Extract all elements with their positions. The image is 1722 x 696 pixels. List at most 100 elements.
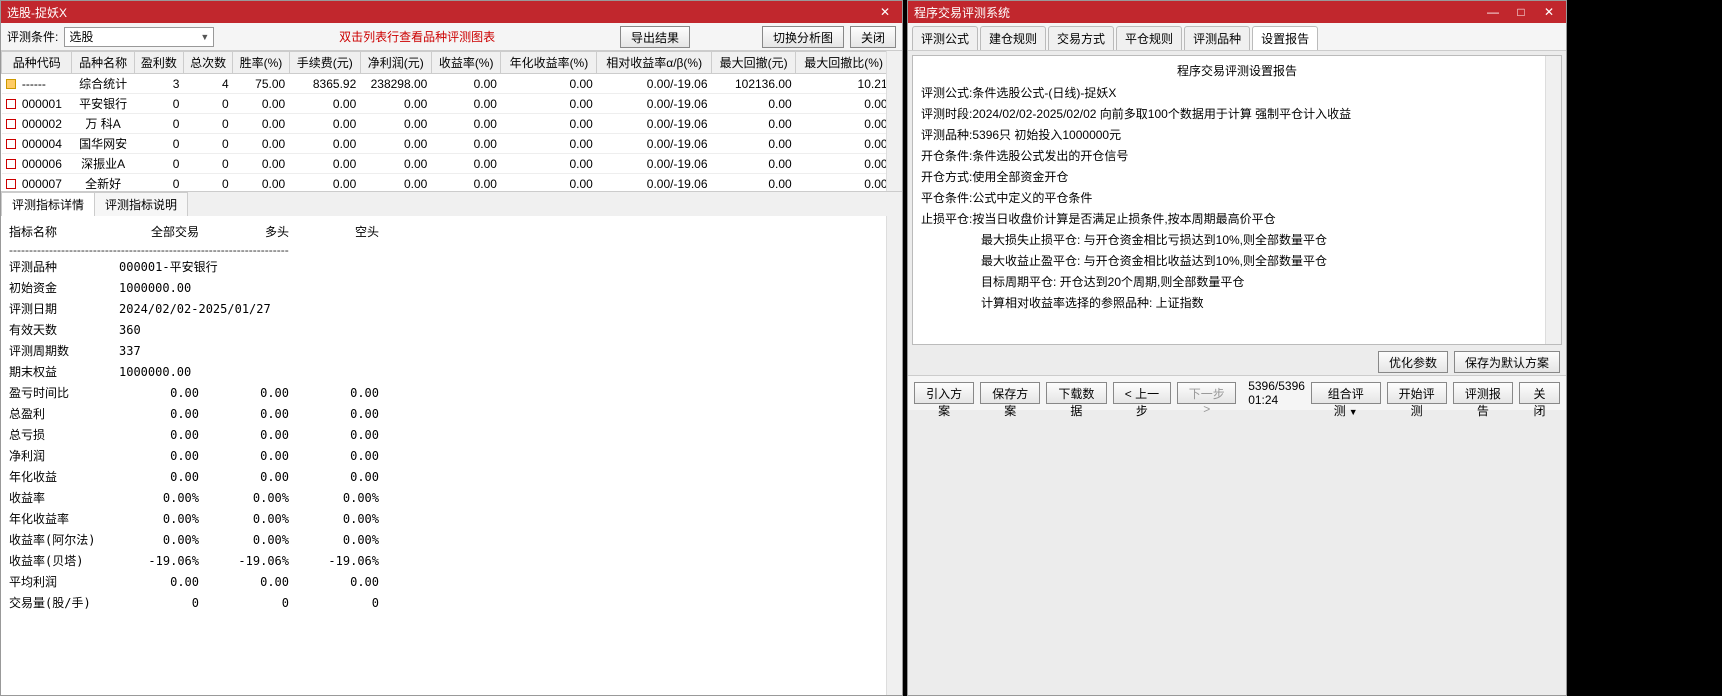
detail-row: 评测周期数337 xyxy=(9,341,894,362)
right-titlebar: 程序交易评测系统 — □ ✕ xyxy=(908,1,1566,23)
maximize-icon[interactable]: □ xyxy=(1510,5,1532,19)
tab-build-rule[interactable]: 建仓规则 xyxy=(980,26,1046,50)
report-scrollbar[interactable] xyxy=(1545,56,1561,344)
detail-row: 收益率(贝塔)-19.06%-19.06%-19.06% xyxy=(9,551,894,572)
report-box: 程序交易评测设置报告 评测公式: 条件选股公式-(日线)-捉妖X评测时段: 20… xyxy=(912,55,1562,345)
detail-row: 评测日期2024/02/02-2025/01/27 xyxy=(9,299,894,320)
detail-row: 评测品种000001-平安银行 xyxy=(9,257,894,278)
close-icon[interactable]: ✕ xyxy=(874,5,896,19)
detail-row: 初始资金1000000.00 xyxy=(9,278,894,299)
left-title: 选股-捉妖X xyxy=(7,4,874,21)
report-line: 评测公式: 条件选股公式-(日线)-捉妖X xyxy=(921,83,1553,104)
detail-tabs: 评测指标详情 评测指标说明 xyxy=(1,191,902,216)
column-header[interactable]: 胜率(%) xyxy=(233,52,290,74)
tab-trade-mode[interactable]: 交易方式 xyxy=(1048,26,1114,50)
detail-row: 收益率(阿尔法)0.00%0.00%0.00% xyxy=(9,530,894,551)
report-line: 最大损失止损平仓: 与开仓资金相比亏损达到10%,则全部数量平仓 xyxy=(921,230,1553,251)
close-icon[interactable]: ✕ xyxy=(1538,5,1560,19)
detail-row: 总亏损0.000.000.00 xyxy=(9,425,894,446)
folder-icon xyxy=(6,79,16,89)
report-line: 评测品种: 5396只 初始投入1000000元 xyxy=(921,125,1553,146)
column-header[interactable]: 品种代码 xyxy=(2,52,72,74)
table-row[interactable]: 000001平安银行000.000.000.000.000.000.00/-19… xyxy=(2,94,902,114)
detail-row: 盈亏时间比0.000.000.00 xyxy=(9,383,894,404)
column-header[interactable]: 净利润(元) xyxy=(360,52,431,74)
prev-button[interactable]: < 上一步 xyxy=(1113,382,1172,404)
table-row[interactable]: 000004国华网安000.000.000.000.000.000.00/-19… xyxy=(2,134,902,154)
tab-detail[interactable]: 评测指标详情 xyxy=(1,192,95,216)
column-header[interactable]: 年化收益率(%) xyxy=(501,52,597,74)
item-icon xyxy=(6,179,16,189)
details-pane: 指标名称全部交易多头空头----------------------------… xyxy=(1,216,902,695)
eval-report-button[interactable]: 评测报告 xyxy=(1453,382,1513,404)
detail-row: 有效天数360 xyxy=(9,320,894,341)
tab-products[interactable]: 评测品种 xyxy=(1184,26,1250,50)
item-icon xyxy=(6,119,16,129)
next-button: 下一步 > xyxy=(1177,382,1236,404)
column-header[interactable]: 收益率(%) xyxy=(431,52,501,74)
save-plan-button[interactable]: 保存方案 xyxy=(980,382,1040,404)
column-header[interactable]: 相对收益率α/β(%) xyxy=(597,52,712,74)
save-default-button[interactable]: 保存为默认方案 xyxy=(1454,351,1560,373)
tab-report[interactable]: 设置报告 xyxy=(1252,26,1318,50)
report-line: 开仓方式: 使用全部资金开仓 xyxy=(921,167,1553,188)
detail-row: 总盈利0.000.000.00 xyxy=(9,404,894,425)
item-icon xyxy=(6,159,16,169)
condition-label: 评测条件: xyxy=(7,28,58,45)
download-button[interactable]: 下载数据 xyxy=(1046,382,1106,404)
tab-explain[interactable]: 评测指标说明 xyxy=(94,192,188,216)
column-header[interactable]: 总次数 xyxy=(183,52,232,74)
detail-row: 交易量(股/手)000 xyxy=(9,593,894,614)
detail-row: 年化收益0.000.000.00 xyxy=(9,467,894,488)
report-line: 开仓条件: 条件选股公式发出的开仓信号 xyxy=(921,146,1553,167)
condition-combo[interactable]: 选股 ▼ xyxy=(64,27,214,47)
chevron-down-icon: ▼ xyxy=(200,32,209,42)
combo-eval-button[interactable]: 组合评测▼ xyxy=(1311,382,1381,404)
close-button-2[interactable]: 关闭 xyxy=(1519,382,1560,404)
report-line: 最大收益止盈平仓: 与开仓资金相比收益达到10%,则全部数量平仓 xyxy=(921,251,1553,272)
details-scrollbar[interactable] xyxy=(886,216,902,695)
tab-close-rule[interactable]: 平仓规则 xyxy=(1116,26,1182,50)
right-tabs: 评测公式 建仓规则 交易方式 平仓规则 评测品种 设置报告 xyxy=(908,23,1566,51)
hint-text: 双击列表行查看品种评测图表 xyxy=(220,28,614,45)
report-line: 评测时段: 2024/02/02-2025/02/02 向前多取100个数据用于… xyxy=(921,104,1553,125)
item-icon xyxy=(6,139,16,149)
start-eval-button[interactable]: 开始评测 xyxy=(1387,382,1447,404)
detail-row: 平均利润0.000.000.00 xyxy=(9,572,894,593)
minimize-icon[interactable]: — xyxy=(1482,5,1504,19)
close-button[interactable]: 关闭 xyxy=(850,26,896,48)
column-header[interactable]: 手续费(元) xyxy=(289,52,360,74)
report-line: 止损平仓: 按当日收盘价计算是否满足止损条件,按本周期最高价平仓 xyxy=(921,209,1553,230)
column-header[interactable]: 最大回撤(元) xyxy=(712,52,796,74)
bottom-bar: 引入方案 保存方案 下载数据 < 上一步 下一步 > 5396/5396 01:… xyxy=(908,375,1566,410)
tab-formula[interactable]: 评测公式 xyxy=(912,26,978,50)
table-row[interactable]: 000007全新好000.000.000.000.000.000.00/-19.… xyxy=(2,174,902,192)
column-header[interactable]: 最大回撤比(%) xyxy=(796,52,892,74)
report-line: 目标周期平仓: 开仓达到20个周期,则全部数量平仓 xyxy=(921,272,1553,293)
detail-row: 净利润0.000.000.00 xyxy=(9,446,894,467)
table-row[interactable]: 000006深振业A000.000.000.000.000.000.00/-19… xyxy=(2,154,902,174)
status-text: 5396/5396 01:24 xyxy=(1242,379,1305,407)
detail-row: 年化收益率0.00%0.00%0.00% xyxy=(9,509,894,530)
left-toolbar: 评测条件: 选股 ▼ 双击列表行查看品种评测图表 导出结果 切换分析图 关闭 xyxy=(1,23,902,51)
chevron-down-icon: ▼ xyxy=(1349,407,1358,417)
results-table[interactable]: 品种代码品种名称盈利数总次数胜率(%)手续费(元)净利润(元)收益率(%)年化收… xyxy=(1,51,902,191)
item-icon xyxy=(6,99,16,109)
detail-row: 期末权益1000000.00 xyxy=(9,362,894,383)
table-row[interactable]: ------综合统计3475.008365.92238298.000.000.0… xyxy=(2,74,902,94)
optimize-button[interactable]: 优化参数 xyxy=(1378,351,1448,373)
switch-chart-button[interactable]: 切换分析图 xyxy=(762,26,844,48)
table-row[interactable]: 000002万 科A000.000.000.000.000.000.00/-19… xyxy=(2,114,902,134)
report-line: 计算相对收益率选择的参照品种: 上证指数 xyxy=(921,293,1553,314)
column-header[interactable]: 盈利数 xyxy=(134,52,183,74)
import-plan-button[interactable]: 引入方案 xyxy=(914,382,974,404)
right-panel: 程序交易评测系统 — □ ✕ 评测公式 建仓规则 交易方式 平仓规则 评测品种 … xyxy=(907,0,1567,696)
report-title: 程序交易评测设置报告 xyxy=(921,62,1553,79)
table-scrollbar[interactable] xyxy=(886,51,902,191)
export-button[interactable]: 导出结果 xyxy=(620,26,690,48)
right-title: 程序交易评测系统 xyxy=(914,4,1482,21)
left-titlebar: 选股-捉妖X ✕ xyxy=(1,1,902,23)
detail-row: 收益率0.00%0.00%0.00% xyxy=(9,488,894,509)
report-line: 平仓条件: 公式中定义的平仓条件 xyxy=(921,188,1553,209)
column-header[interactable]: 品种名称 xyxy=(72,52,134,74)
